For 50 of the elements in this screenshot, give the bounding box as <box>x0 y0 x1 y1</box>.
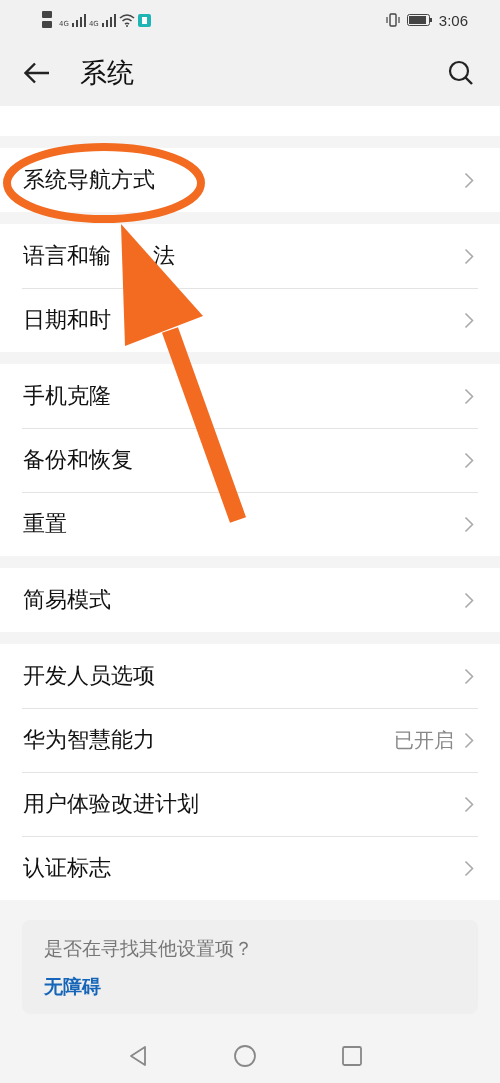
chevron-icon <box>464 515 474 533</box>
chevron-icon <box>464 247 474 265</box>
settings-row[interactable]: 华为智慧能力 已开启 <box>0 708 500 772</box>
settings-row[interactable]: 手机克隆 <box>0 364 500 428</box>
home-nav-icon[interactable] <box>233 1044 257 1068</box>
status-time: 3:06 <box>438 11 468 29</box>
signal-icon <box>71 13 86 27</box>
suggestion-question: 是否在寻找其他设置项？ <box>44 936 253 961</box>
settings-row[interactable]: 重置 <box>0 492 500 556</box>
back-arrow-icon[interactable] <box>24 62 50 84</box>
back-nav-icon[interactable] <box>127 1045 149 1067</box>
row-label: 法 <box>153 242 175 270</box>
settings-row[interactable]: 简易模式 <box>0 568 500 632</box>
vibrate-icon <box>384 13 401 27</box>
app-icon <box>137 13 151 27</box>
row-label: 系统导航方式 <box>23 166 155 194</box>
row-label: 手机克隆 <box>23 382 111 410</box>
settings-row[interactable]: 备份和恢复 <box>0 428 500 492</box>
settings-row[interactable]: 语言和输 法 <box>0 224 500 288</box>
settings-row[interactable]: 系统导航方式 <box>0 148 500 212</box>
settings-row[interactable]: 认证标志 <box>0 836 500 900</box>
row-label: 语言和输 <box>23 242 111 270</box>
wifi-icon <box>118 13 135 27</box>
row-label: 重置 <box>23 510 67 538</box>
accessibility-link[interactable]: 无障碍 <box>44 974 101 1000</box>
chevron-icon <box>464 591 474 609</box>
battery-icon <box>406 14 433 26</box>
chevron-icon <box>464 667 474 685</box>
chevron-icon <box>464 731 474 749</box>
chevron-icon <box>464 859 474 877</box>
row-label: 日期和时 <box>23 306 111 334</box>
page-title: 系统 <box>80 56 135 90</box>
row-label: 备份和恢复 <box>23 446 133 474</box>
settings-row[interactable]: 用户体验改进计划 <box>0 772 500 836</box>
row-label: 简易模式 <box>23 586 111 614</box>
settings-row[interactable]: 日期和时 <box>0 288 500 352</box>
chevron-icon <box>464 451 474 469</box>
chevron-icon <box>464 171 474 189</box>
row-label: 用户体验改进计划 <box>23 790 199 818</box>
row-value: 已开启 <box>394 726 454 754</box>
chevron-icon <box>464 311 474 329</box>
chevron-icon <box>464 795 474 813</box>
signal-icon <box>101 13 116 27</box>
row-label: 认证标志 <box>23 854 111 882</box>
chevron-icon <box>464 387 474 405</box>
recents-nav-icon[interactable] <box>341 1045 363 1067</box>
settings-row[interactable]: 开发人员选项 <box>0 644 500 708</box>
search-icon[interactable] <box>448 60 474 86</box>
row-label: 开发人员选项 <box>23 662 155 690</box>
row-label: 华为智慧能力 <box>23 726 155 754</box>
